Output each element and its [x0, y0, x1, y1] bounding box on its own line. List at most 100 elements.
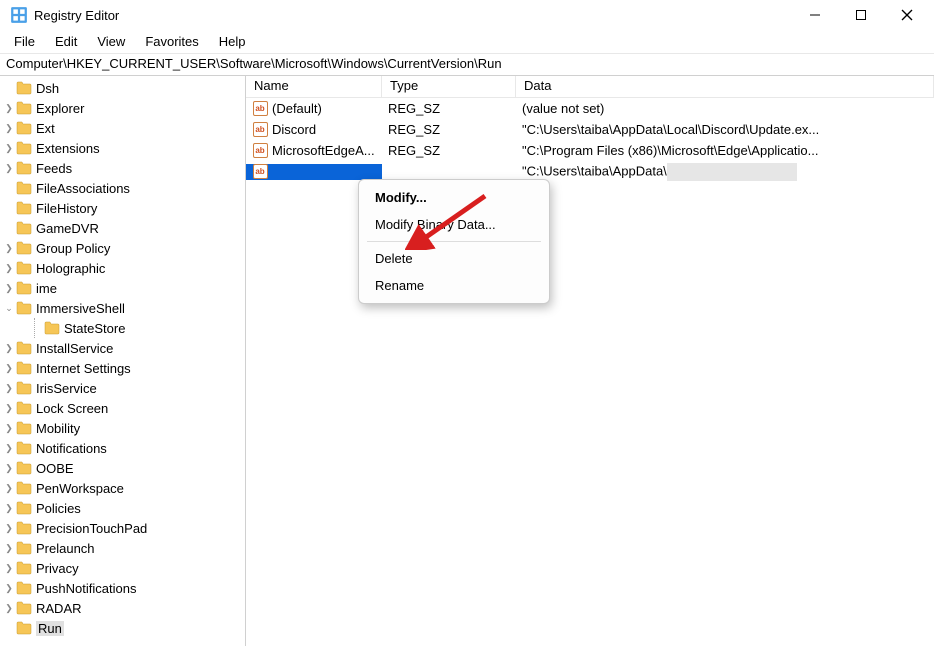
tree-item[interactable]: ❯ Group Policy: [0, 238, 245, 258]
address-bar[interactable]: Computer\HKEY_CURRENT_USER\Software\Micr…: [0, 54, 934, 76]
tree-item[interactable]: ❯Ext: [0, 118, 245, 138]
tree-item-label: Extensions: [36, 141, 100, 156]
expander-icon[interactable]: ❯: [2, 423, 16, 434]
row-name: MicrosoftEdgeA...: [272, 143, 375, 158]
tree-item[interactable]: ❯Holographic: [0, 258, 245, 278]
maximize-button[interactable]: [838, 0, 884, 30]
tree-item[interactable]: Run: [0, 618, 245, 638]
tree-item-label: Internet Settings: [36, 361, 131, 376]
folder-icon: [16, 141, 32, 155]
row-data: "C:\Users\taiba\AppData\Local\Discord\Up…: [516, 122, 934, 137]
row-data: "C:\Program Files (x86)\Microsoft\Edge\A…: [516, 143, 934, 158]
tree-item[interactable]: ❯Privacy: [0, 558, 245, 578]
folder-icon: [16, 101, 32, 115]
expander-icon[interactable]: ❯: [2, 563, 16, 574]
folder-icon: [16, 581, 32, 595]
close-button[interactable]: [884, 0, 930, 30]
expander-icon[interactable]: ❯: [2, 243, 16, 254]
expander-icon[interactable]: ❯: [2, 263, 16, 274]
expander-icon[interactable]: ❯: [2, 103, 16, 114]
folder-icon: [16, 481, 32, 495]
tree-item[interactable]: ❯Mobility: [0, 418, 245, 438]
expander-icon[interactable]: ❯: [2, 343, 16, 354]
tree-item[interactable]: ❯IrisService: [0, 378, 245, 398]
expander-icon[interactable]: ⌄: [2, 303, 16, 314]
folder-icon: [16, 161, 32, 175]
expander-icon[interactable]: ❯: [2, 543, 16, 554]
list-row[interactable]: ab"C:\Users\taiba\AppData\: [246, 161, 934, 182]
reg-string-icon: ab: [252, 143, 268, 159]
expander-icon[interactable]: ❯: [2, 143, 16, 154]
list-row[interactable]: abDiscordREG_SZ"C:\Users\taiba\AppData\L…: [246, 119, 934, 140]
tree-item[interactable]: Dsh: [0, 78, 245, 98]
tree-item[interactable]: ❯OOBE: [0, 458, 245, 478]
tree-item[interactable]: ❯Policies: [0, 498, 245, 518]
expander-icon[interactable]: ❯: [2, 463, 16, 474]
col-name[interactable]: Name: [246, 76, 382, 97]
tree-item[interactable]: ❯ime: [0, 278, 245, 298]
ctx-modify-binary[interactable]: Modify Binary Data...: [359, 211, 549, 238]
tree-item-label: FileHistory: [36, 201, 97, 216]
folder-icon: [16, 501, 32, 515]
tree-item[interactable]: FileAssociations: [0, 178, 245, 198]
tree-item[interactable]: ❯PushNotifications: [0, 578, 245, 598]
tree-item[interactable]: ❯ Internet Settings: [0, 358, 245, 378]
col-data[interactable]: Data: [516, 76, 934, 97]
tree-item[interactable]: ❯ PrecisionTouchPad: [0, 518, 245, 538]
expander-icon[interactable]: ❯: [2, 163, 16, 174]
ctx-separator: [367, 241, 541, 242]
expander-icon[interactable]: ❯: [2, 603, 16, 614]
ctx-delete[interactable]: Delete: [359, 245, 549, 272]
row-type: REG_SZ: [382, 143, 516, 158]
tree-item[interactable]: ❯Feeds: [0, 158, 245, 178]
tree-item[interactable]: ❯Lock Screen: [0, 398, 245, 418]
list-row[interactable]: ab MicrosoftEdgeA... REG_SZ"C:\Program Fil…: [246, 140, 934, 161]
ctx-modify[interactable]: Modify...: [359, 184, 549, 211]
folder-icon: [16, 601, 32, 615]
list-header: Name Type Data: [246, 76, 934, 98]
main-split: Dsh❯Explorer❯Ext❯Extensions❯FeedsFileAss…: [0, 76, 934, 646]
tree-item-label: GameDVR: [36, 221, 99, 236]
tree-item[interactable]: ❯PenWorkspace: [0, 478, 245, 498]
tree-item-label: ImmersiveShell: [36, 301, 125, 316]
minimize-button[interactable]: [792, 0, 838, 30]
tree-item[interactable]: StateStore: [0, 318, 245, 338]
tree-item-label: Group Policy: [36, 241, 110, 256]
tree-item-label: InstallService: [36, 341, 113, 356]
app-icon: [10, 6, 28, 24]
expander-icon[interactable]: ❯: [2, 523, 16, 534]
tree-item-label: PrecisionTouchPad: [36, 521, 147, 536]
row-name: Discord: [272, 122, 316, 137]
tree-item[interactable]: ❯ Extensions: [0, 138, 245, 158]
tree-item[interactable]: GameDVR: [0, 218, 245, 238]
tree-item[interactable]: ❯Notifications: [0, 438, 245, 458]
expander-icon[interactable]: ❯: [2, 123, 16, 134]
list-row[interactable]: ab(Default)REG_SZ(value not set): [246, 98, 934, 119]
menu-edit[interactable]: Edit: [45, 31, 87, 52]
tree-item[interactable]: ❯Prelaunch: [0, 538, 245, 558]
menu-file[interactable]: File: [4, 31, 45, 52]
tree-item[interactable]: ❯ RADAR: [0, 598, 245, 618]
folder-icon: [16, 441, 32, 455]
tree-item-label: Run: [36, 621, 64, 636]
expander-icon[interactable]: ❯: [2, 483, 16, 494]
expander-icon[interactable]: ❯: [2, 383, 16, 394]
tree-item-label: RADAR: [36, 601, 82, 616]
menu-view[interactable]: View: [87, 31, 135, 52]
tree-item[interactable]: ❯Explorer: [0, 98, 245, 118]
tree-item[interactable]: ⌄ ImmersiveShell: [0, 298, 245, 318]
expander-icon[interactable]: ❯: [2, 503, 16, 514]
expander-icon[interactable]: ❯: [2, 363, 16, 374]
expander-icon[interactable]: ❯: [2, 403, 16, 414]
tree-item[interactable]: ❯ InstallService: [0, 338, 245, 358]
ctx-rename[interactable]: Rename: [359, 272, 549, 299]
expander-icon[interactable]: ❯: [2, 583, 16, 594]
tree-pane[interactable]: Dsh❯Explorer❯Ext❯Extensions❯FeedsFileAss…: [0, 76, 246, 646]
expander-icon[interactable]: ❯: [2, 443, 16, 454]
folder-icon: [16, 241, 32, 255]
menu-help[interactable]: Help: [209, 31, 256, 52]
menu-favorites[interactable]: Favorites: [135, 31, 208, 52]
expander-icon[interactable]: ❯: [2, 283, 16, 294]
col-type[interactable]: Type: [382, 76, 516, 97]
tree-item[interactable]: FileHistory: [0, 198, 245, 218]
